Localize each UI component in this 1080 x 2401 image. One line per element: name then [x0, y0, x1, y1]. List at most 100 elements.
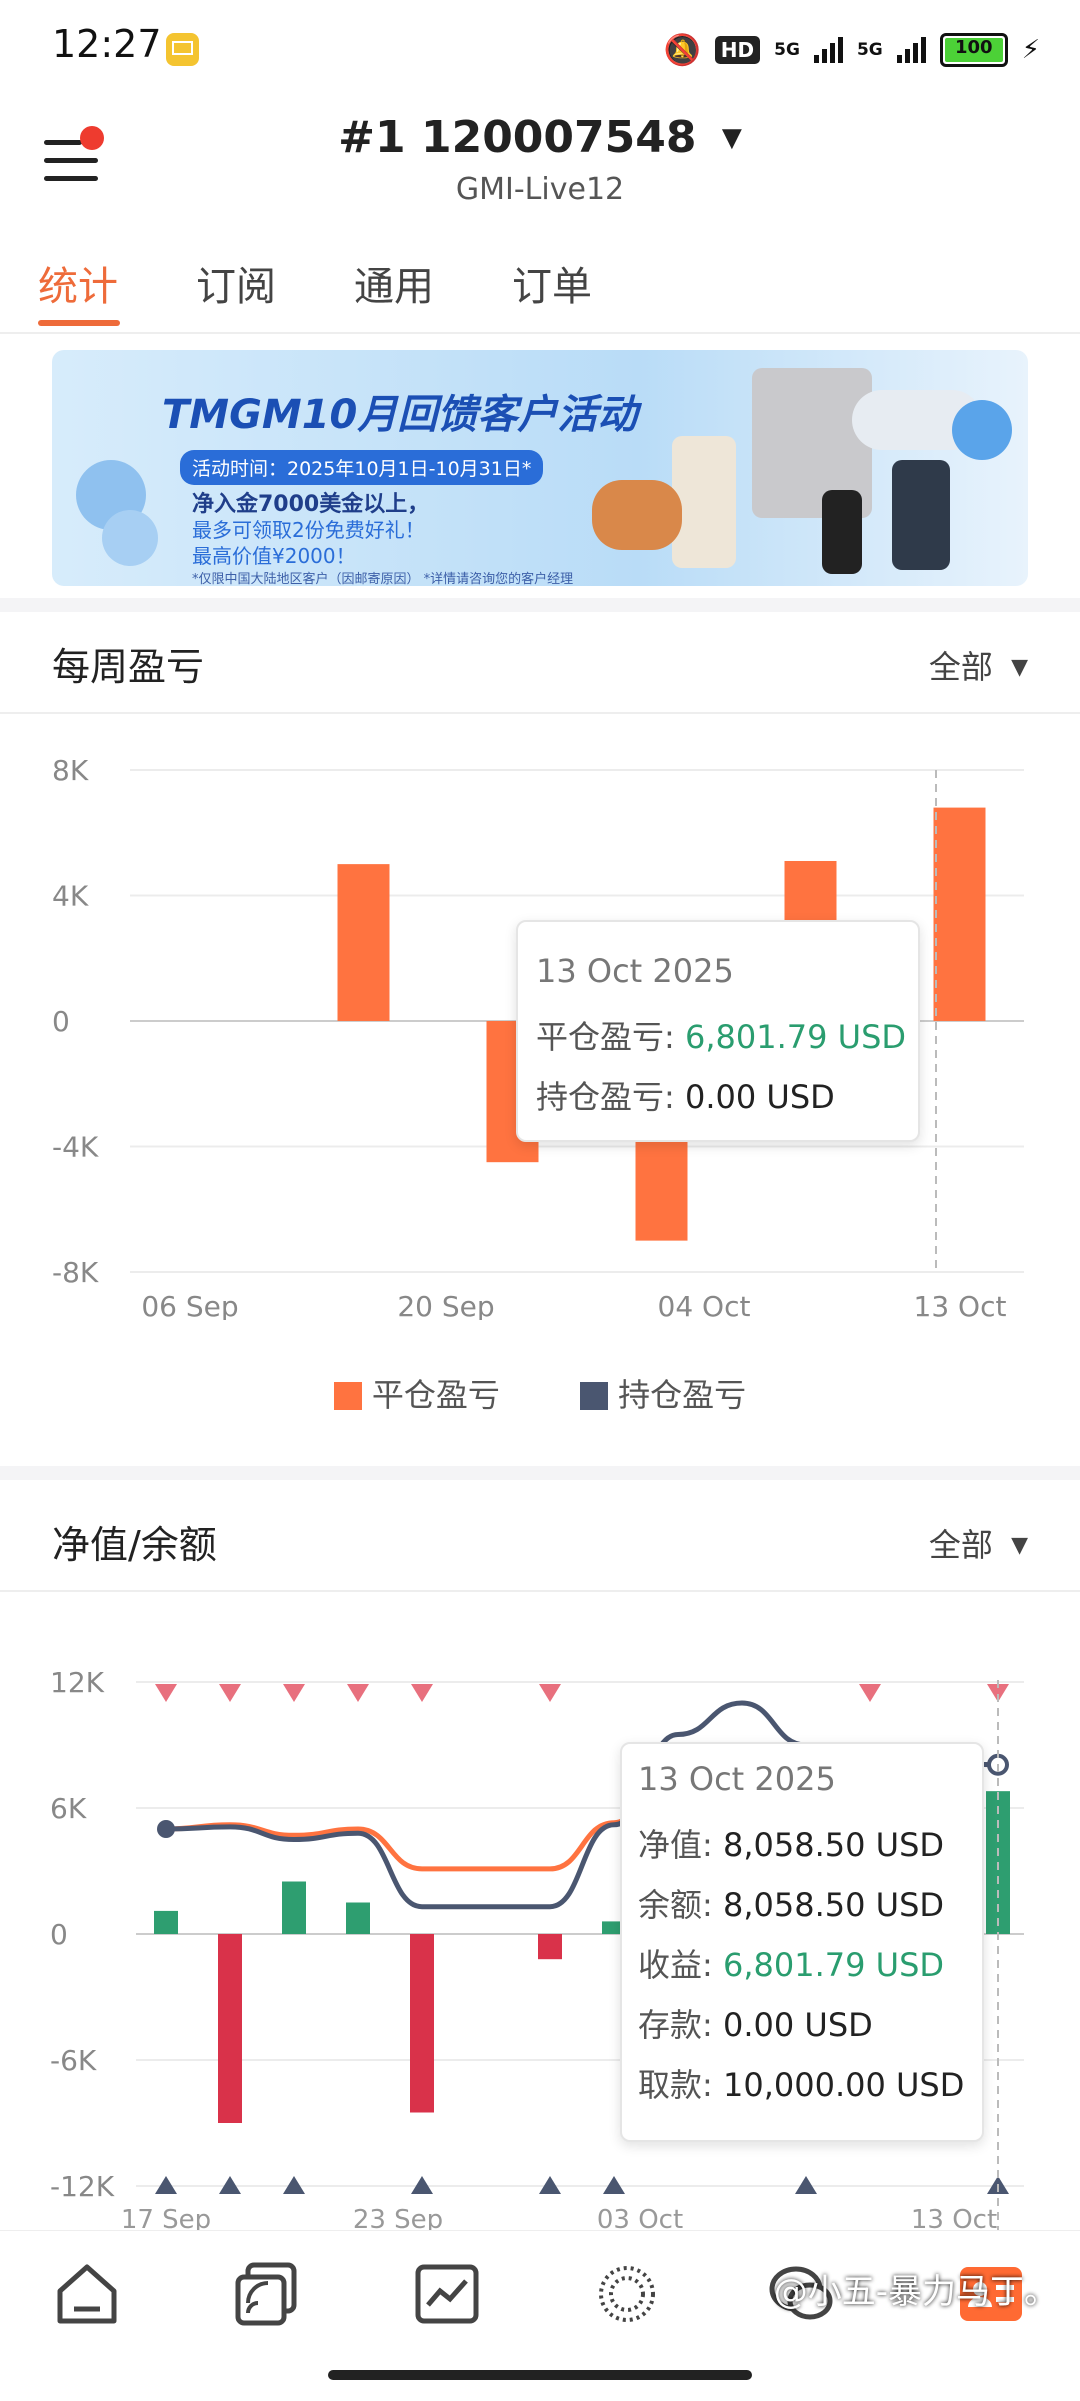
deposit-marker	[411, 1684, 433, 1702]
coin-decoration	[102, 510, 158, 566]
banner-note: *仅限中国大陆地区客户（因邮寄原因） *详情请咨询您的客户经理	[192, 572, 574, 586]
mail-notification-icon	[166, 33, 199, 66]
battery-level: 100	[944, 38, 1003, 62]
home-indicator[interactable]	[328, 2370, 752, 2380]
banner-text: 最多可领取2份免费好礼！	[192, 518, 425, 542]
legend-item[interactable]: 平仓盈亏	[333, 1376, 500, 1414]
x-tick-label: 23 Sep	[353, 2205, 443, 2230]
battery-icon: 100	[939, 33, 1008, 67]
pnl-bar	[933, 807, 986, 1021]
signal-icon	[813, 37, 843, 63]
y-tick-label: -8K	[52, 1256, 99, 1289]
y-tick-label: 8K	[52, 754, 89, 787]
tooltip-label: 平仓盈亏:	[536, 1018, 675, 1056]
x-tick-label: 13 Oct	[911, 2205, 997, 2230]
y-tick-label: -6K	[50, 2044, 97, 2077]
tab-subscriptions[interactable]: 订阅	[196, 254, 276, 312]
signal-icon-2	[896, 37, 926, 63]
profit-bar	[218, 1934, 242, 2123]
tooltip-label: 取款:	[638, 2066, 713, 2104]
deposit-marker	[859, 1684, 881, 1702]
banner-title: TMGM10月回馈客户活动	[162, 392, 638, 438]
y-tick-label: -4K	[52, 1131, 99, 1164]
tooltip-date: 13 Oct 2025	[638, 1760, 836, 1798]
profit-bar	[538, 1934, 562, 1960]
tab-general[interactable]: 通用	[354, 254, 434, 312]
filter-label: 全部	[928, 1526, 993, 1564]
tooltip-value: 0.00 USD	[722, 2006, 873, 2044]
legend-label: 平仓盈亏	[371, 1376, 500, 1414]
deposit-marker	[347, 1684, 369, 1702]
network-label-2: 5G	[856, 39, 883, 60]
tooltip-label: 余额:	[638, 1886, 713, 1924]
deposit-marker	[283, 1684, 305, 1702]
chevron-down-icon: ▼	[1011, 655, 1028, 680]
chart-icon[interactable]	[412, 2259, 482, 2329]
x-tick-label: 06 Sep	[141, 1290, 238, 1320]
legend-swatch	[333, 1382, 362, 1410]
watermark-text: @小五-暴力马丁。	[773, 2272, 1058, 2312]
tooltip-value: 6,801.79 USD	[722, 1946, 945, 1984]
chevron-down-icon: ▼	[1011, 1533, 1028, 1558]
discover-icon[interactable]	[592, 2259, 662, 2329]
tooltip-label: 持仓盈亏:	[536, 1078, 675, 1116]
tooltip-row: 净值: 8,058.50 USD	[638, 1820, 944, 1866]
charging-icon: ⚡	[1021, 35, 1040, 65]
banner-text: 最高价值¥2000！	[192, 544, 356, 568]
tooltip-label: 净值:	[638, 1826, 713, 1864]
tooltip-value: 8,058.50 USD	[722, 1826, 945, 1864]
tooltip-label: 收益:	[638, 1946, 713, 1984]
status-icons: 🔕 HD 5G 5G 100 ⚡	[663, 28, 1040, 72]
legend-item[interactable]: 持仓盈亏	[580, 1376, 746, 1414]
y-tick-label: 0	[52, 1005, 70, 1038]
legend-swatch	[580, 1382, 609, 1410]
y-tick-label: 6K	[50, 1792, 87, 1825]
deposit-marker	[539, 1684, 561, 1702]
profit-bar	[410, 1934, 434, 2113]
tooltip-value: 0.00 USD	[684, 1078, 835, 1116]
tooltip-value: 8,058.50 USD	[722, 1886, 945, 1924]
copy-trade-icon[interactable]	[232, 2259, 302, 2329]
y-tick-label: 12K	[50, 1666, 105, 1699]
mute-icon: 🔕	[663, 32, 701, 68]
section-divider	[0, 1466, 1080, 1480]
coin-decoration	[952, 400, 1012, 460]
tooltip-row: 平仓盈亏: 6,801.79 USD	[536, 1012, 906, 1058]
period-filter[interactable]: 全部 ▼	[929, 642, 1028, 688]
tooltip-value: 6,801.79 USD	[684, 1018, 907, 1056]
section-divider	[0, 598, 1080, 612]
tooltip-row: 持仓盈亏: 0.00 USD	[536, 1072, 835, 1118]
home-icon[interactable]	[52, 2259, 122, 2329]
network-label: 5G	[774, 39, 800, 60]
promo-banner[interactable]: TMGM10月回馈客户活动 活动时间：2025年10月1日-10月31日* 净入…	[52, 350, 1028, 586]
tab-statistics[interactable]: 统计	[38, 254, 118, 312]
profit-bar	[346, 1902, 370, 1934]
status-bar: 12:27 🔕 HD 5G 5G 100 ⚡	[0, 0, 1080, 100]
tumbler-product-image	[672, 436, 736, 568]
account-title: #1 120007548	[338, 112, 697, 163]
equity-balance-header: 净值/余额 全部 ▼	[0, 1490, 1080, 1592]
tooltip-row: 存款: 0.00 USD	[638, 2000, 873, 2046]
chart-legend: 平仓盈亏 持仓盈亏	[0, 1370, 1080, 1416]
series-start-point	[157, 1820, 175, 1838]
tab-orders[interactable]: 订单	[512, 254, 592, 312]
watch-product-image	[822, 490, 862, 574]
banner-period: 活动时间：2025年10月1日-10月31日*	[180, 450, 544, 485]
tooltip-date: 13 Oct 2025	[536, 952, 734, 990]
status-time: 12:27	[52, 22, 162, 66]
x-tick-label: 13 Oct	[914, 1290, 1007, 1320]
profit-bar	[154, 1910, 178, 1934]
period-filter[interactable]: 全部 ▼	[929, 1520, 1028, 1566]
hd-badge: HD	[714, 36, 761, 64]
phone-product-image	[892, 460, 950, 570]
weekly-tooltip: 13 Oct 2025 平仓盈亏: 6,801.79 USD 持仓盈亏: 0.0…	[516, 920, 920, 1142]
tooltip-row: 余额: 8,058.50 USD	[638, 1880, 944, 1926]
y-tick-label: 0	[50, 1918, 68, 1951]
pnl-bar	[337, 864, 390, 1021]
chevron-down-icon: ▼	[721, 123, 742, 153]
x-tick-label: 20 Sep	[397, 1290, 494, 1320]
tab-bar: 统计 订阅 通用 订单	[0, 248, 1080, 334]
tooltip-row: 收益: 6,801.79 USD	[638, 1940, 944, 1986]
deposit-marker	[219, 1684, 241, 1702]
account-selector[interactable]: #1 120007548 ▼	[0, 112, 1080, 163]
